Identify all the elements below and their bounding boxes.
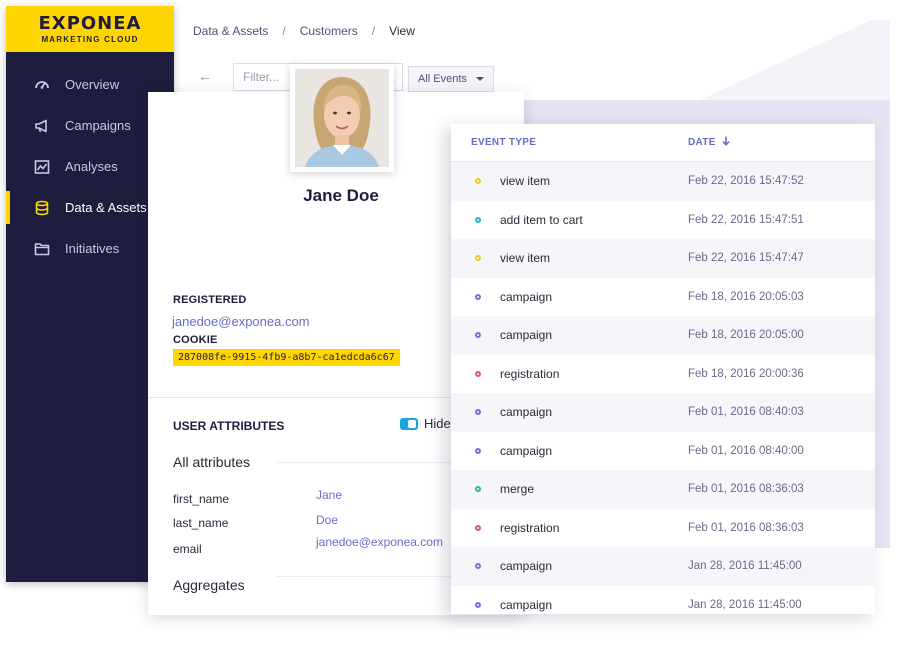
event-type: view item (500, 251, 551, 266)
chart-icon (34, 159, 50, 175)
event-type: campaign (500, 328, 553, 343)
event-type-dot-icon (475, 293, 481, 300)
breadcrumb-data-assets[interactable]: Data & Assets (193, 24, 268, 38)
table-row[interactable]: add item to cart Feb 22, 2016 15:47:51 (451, 201, 875, 240)
folder-icon (34, 241, 50, 257)
event-date: Feb 01, 2016 08:36:03 (688, 521, 804, 534)
avatar (290, 64, 394, 172)
column-header-date-label: DATE (688, 137, 716, 148)
avatar-image (295, 69, 389, 167)
event-date: Feb 18, 2016 20:00:36 (688, 367, 804, 380)
event-type: view item (500, 174, 551, 189)
breadcrumb-separator: / (371, 24, 376, 38)
event-type: campaign (500, 597, 553, 612)
database-icon (34, 200, 50, 216)
events-table-header: EVENT TYPE DATE (451, 124, 875, 162)
registered-label: REGISTERED (173, 294, 247, 306)
back-arrow-icon[interactable]: ← (198, 68, 212, 84)
hide-toggle-label: Hide (424, 416, 451, 431)
event-type-dot-icon (475, 178, 481, 185)
events-table: EVENT TYPE DATE view item Feb 22, 2016 15… (451, 124, 875, 614)
event-type-select[interactable]: All Events (408, 66, 494, 92)
event-type-dot-icon (475, 524, 481, 531)
event-type: campaign (500, 405, 553, 420)
megaphone-icon (34, 118, 50, 134)
event-type-select-value: All Events (418, 73, 467, 85)
attribute-key: email (173, 542, 202, 556)
event-type: merge (500, 482, 535, 497)
event-type-dot-icon (475, 332, 481, 339)
event-type-dot-icon (475, 486, 481, 493)
brand-logo[interactable]: EXPONEA MARKETING CLOUD (6, 6, 174, 52)
event-date: Feb 01, 2016 08:40:00 (688, 444, 804, 457)
event-type: registration (500, 520, 560, 535)
cookie-label: COOKIE (173, 334, 218, 346)
event-type: add item to cart (500, 212, 583, 227)
cookie-value: 287008fe-9915-4fb9-a8b7-ca1edcda6c67 (173, 349, 400, 366)
table-row[interactable]: campaign Feb 01, 2016 08:40:03 (451, 393, 875, 432)
registered-email[interactable]: janedoe@exponea.com (172, 314, 310, 329)
brand-subtitle: MARKETING CLOUD (41, 34, 139, 44)
event-type-dot-icon (475, 601, 481, 608)
table-row[interactable]: campaign Feb 01, 2016 08:40:00 (451, 432, 875, 471)
aggregates-title: Aggregates (173, 577, 245, 593)
event-date: Feb 01, 2016 08:36:03 (688, 483, 804, 496)
event-type-dot-icon (475, 216, 481, 223)
sidebar-item-label: Analyses (65, 159, 118, 174)
breadcrumb-customers[interactable]: Customers (300, 24, 358, 38)
attribute-key: first_name (173, 492, 230, 506)
event-date: Jan 28, 2016 11:45:00 (688, 598, 802, 611)
user-attributes-heading: USER ATTRIBUTES (173, 419, 285, 433)
table-row[interactable]: campaign Feb 18, 2016 20:05:03 (451, 278, 875, 317)
table-row[interactable]: campaign Jan 28, 2016 11:45:00 (451, 547, 875, 586)
event-type: registration (500, 366, 560, 381)
event-type: campaign (500, 559, 553, 574)
table-row[interactable]: registration Feb 18, 2016 20:00:36 (451, 355, 875, 394)
sort-down-icon (722, 136, 730, 149)
table-row[interactable]: merge Feb 01, 2016 08:36:03 (451, 470, 875, 509)
attribute-value: Jane (316, 488, 343, 502)
table-row[interactable]: registration Feb 01, 2016 08:36:03 (451, 509, 875, 548)
event-type: campaign (500, 289, 553, 304)
table-row[interactable]: campaign Jan 28, 2016 11:45:00 (451, 586, 875, 615)
breadcrumb-view: View (389, 24, 415, 38)
event-type-dot-icon (475, 447, 481, 454)
event-type: campaign (500, 443, 553, 458)
gauge-icon (34, 77, 50, 93)
events-table-body: view item Feb 22, 2016 15:47:52 add item t… (451, 162, 875, 614)
table-row[interactable]: view item Feb 22, 2016 15:47:52 (451, 162, 875, 201)
all-attributes-title: All attributes (173, 454, 251, 470)
event-date: Feb 18, 2016 20:05:03 (688, 290, 804, 303)
brand-name: EXPONEA (38, 12, 142, 34)
event-type-dot-icon (475, 563, 481, 570)
event-date: Feb 22, 2016 15:47:52 (688, 175, 804, 188)
attribute-value: Doe (316, 513, 339, 527)
column-header-event-type[interactable]: EVENT TYPE (451, 137, 688, 148)
hide-toggle[interactable] (400, 418, 418, 430)
table-row[interactable]: view item Feb 22, 2016 15:47:47 (451, 239, 875, 278)
sidebar-item-label: Initiatives (65, 241, 120, 256)
event-date: Feb 22, 2016 15:47:47 (688, 252, 804, 265)
sidebar-item-label: Overview (65, 77, 120, 92)
table-row[interactable]: campaign Feb 18, 2016 20:05:00 (451, 316, 875, 355)
event-date: Feb 18, 2016 20:05:00 (688, 329, 804, 342)
breadcrumb: Data & Assets / Customers / View (193, 24, 415, 38)
chevron-down-icon (476, 77, 484, 81)
sidebar-item-label: Data & Assets (65, 200, 147, 215)
sidebar-item-label: Campaigns (65, 118, 131, 133)
attribute-key: last_name (173, 516, 229, 530)
event-type-dot-icon (475, 255, 481, 262)
attribute-value: janedoe@exponea.com (316, 535, 443, 549)
breadcrumb-separator: / (282, 24, 286, 38)
event-date: Feb 22, 2016 15:47:51 (688, 213, 804, 226)
event-date: Feb 01, 2016 08:40:03 (688, 406, 804, 419)
event-date: Jan 28, 2016 11:45:00 (688, 560, 802, 573)
event-type-dot-icon (475, 370, 481, 377)
event-type-dot-icon (475, 409, 481, 416)
column-header-date[interactable]: DATE (688, 136, 730, 149)
